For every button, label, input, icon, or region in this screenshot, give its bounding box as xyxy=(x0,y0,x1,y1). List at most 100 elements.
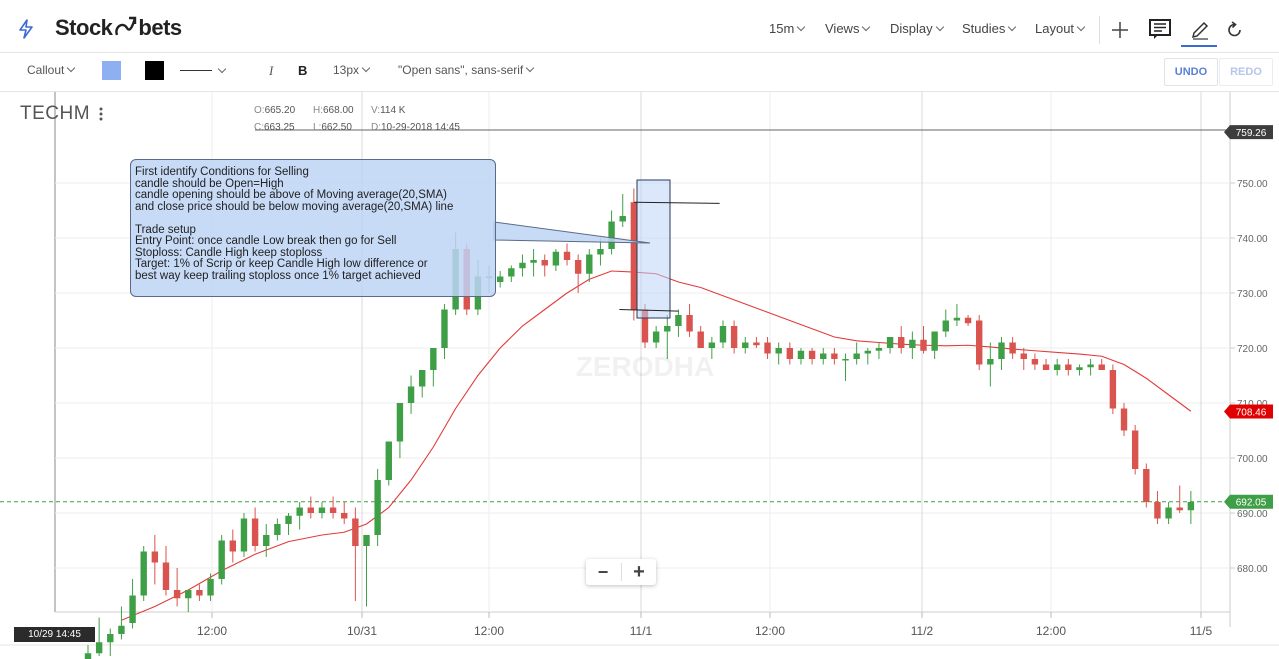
candle-body[interactable] xyxy=(842,359,849,361)
line-style-select[interactable] xyxy=(180,62,227,78)
candle-body[interactable] xyxy=(753,342,760,346)
candle-body[interactable] xyxy=(129,595,136,624)
candle-body[interactable] xyxy=(541,260,548,266)
candle-body[interactable] xyxy=(419,370,426,387)
candle-body[interactable] xyxy=(1131,430,1139,470)
candle-body[interactable] xyxy=(998,342,1005,360)
candle-body[interactable] xyxy=(229,540,237,552)
candle-body[interactable] xyxy=(719,326,727,343)
candle-body[interactable] xyxy=(1176,507,1183,511)
candle-body[interactable] xyxy=(987,359,994,365)
studies-menu[interactable]: Studies xyxy=(962,21,1017,36)
candle-body[interactable] xyxy=(140,551,147,596)
candle-body[interactable] xyxy=(251,518,259,547)
candle-body[interactable] xyxy=(697,331,704,349)
draw-tool-button[interactable] xyxy=(1181,17,1217,47)
candle-body[interactable] xyxy=(274,524,281,535)
candle-body[interactable] xyxy=(853,353,860,360)
brand-logo[interactable]: Stock bets xyxy=(55,15,182,41)
candle-body[interactable] xyxy=(664,326,671,332)
candle-body[interactable] xyxy=(151,551,159,563)
candle-body[interactable] xyxy=(574,260,582,274)
candle-body[interactable] xyxy=(218,540,225,580)
candle-body[interactable] xyxy=(1087,364,1094,368)
candle-body[interactable] xyxy=(1009,342,1016,354)
candle-body[interactable] xyxy=(1031,359,1039,365)
display-menu[interactable]: Display xyxy=(890,21,944,36)
candle-body[interactable] xyxy=(329,507,337,514)
candle-body[interactable] xyxy=(786,348,794,359)
drawing-tool-select[interactable]: Callout xyxy=(27,63,76,77)
candle-body[interactable] xyxy=(964,317,972,324)
candle-body[interactable] xyxy=(107,634,114,643)
candle-body[interactable] xyxy=(95,642,103,654)
candle-body[interactable] xyxy=(296,507,303,516)
layout-menu[interactable]: Layout xyxy=(1035,21,1086,36)
candle-body[interactable] xyxy=(942,320,949,332)
candle-body[interactable] xyxy=(1042,364,1050,371)
candle-body[interactable] xyxy=(508,268,515,277)
candle-body[interactable] xyxy=(1143,469,1150,502)
bold-button[interactable]: B xyxy=(298,63,307,78)
zoom-out-button[interactable]: − xyxy=(586,559,620,585)
candle-body[interactable] xyxy=(808,350,816,359)
candle-body[interactable] xyxy=(407,386,415,404)
views-menu[interactable]: Views xyxy=(825,21,871,36)
candle-body[interactable] xyxy=(530,260,537,263)
candle-body[interactable] xyxy=(162,562,170,591)
candle-body[interactable] xyxy=(385,441,392,481)
interval-menu[interactable]: 15m xyxy=(769,21,806,36)
crosshair-plus-icon[interactable] xyxy=(1111,21,1129,39)
candle-body[interactable] xyxy=(1053,364,1061,371)
candle-body[interactable] xyxy=(953,317,961,321)
zoom-in-button[interactable]: + xyxy=(622,559,656,585)
candle-body[interactable] xyxy=(1109,370,1117,409)
candle-body[interactable] xyxy=(307,507,314,514)
candle-body[interactable] xyxy=(318,507,326,514)
fill-color-swatch[interactable] xyxy=(102,61,121,80)
redo-button[interactable]: REDO xyxy=(1219,58,1273,86)
candle-body[interactable] xyxy=(742,342,749,349)
candle-body[interactable] xyxy=(374,480,381,535)
candle-body[interactable] xyxy=(909,339,916,348)
candle-body[interactable] xyxy=(898,337,905,348)
candle-body[interactable] xyxy=(875,348,883,351)
candle-body[interactable] xyxy=(920,339,927,351)
candle-body[interactable] xyxy=(931,331,938,351)
candle-body[interactable] xyxy=(363,535,370,546)
candle-body[interactable] xyxy=(831,353,838,360)
candle-body[interactable] xyxy=(886,337,894,348)
candle-body[interactable] xyxy=(708,342,716,349)
candle-body[interactable] xyxy=(396,403,404,442)
candle-body[interactable] xyxy=(1020,353,1027,360)
more-vertical-icon[interactable] xyxy=(98,106,104,122)
candle-body[interactable] xyxy=(1076,367,1083,370)
italic-button[interactable]: I xyxy=(269,63,273,79)
candle-body[interactable] xyxy=(586,254,593,274)
refresh-icon[interactable] xyxy=(1227,21,1243,39)
candle-body[interactable] xyxy=(864,350,871,354)
candle-body[interactable] xyxy=(185,590,192,599)
candle-body[interactable] xyxy=(797,350,805,359)
candle-body[interactable] xyxy=(341,513,348,519)
candle-body[interactable] xyxy=(820,353,827,360)
lightning-icon[interactable] xyxy=(17,19,35,39)
candle-body[interactable] xyxy=(1098,364,1105,371)
symbol-title[interactable]: TECHM xyxy=(20,103,90,125)
font-family-select[interactable]: "Open sans", sans-serif xyxy=(398,63,535,77)
candle-body[interactable] xyxy=(441,309,448,349)
candle-body[interactable] xyxy=(118,625,125,634)
candle-body[interactable] xyxy=(519,262,526,269)
candle-body[interactable] xyxy=(496,276,504,283)
candle-body[interactable] xyxy=(84,653,92,659)
candle-body[interactable] xyxy=(675,315,682,326)
candle-body[interactable] xyxy=(207,579,214,596)
candle-body[interactable] xyxy=(730,326,738,348)
candle-body[interactable] xyxy=(263,535,270,546)
candle-body[interactable] xyxy=(652,331,660,343)
candle-body[interactable] xyxy=(196,590,203,596)
candle-body[interactable] xyxy=(976,320,983,365)
candle-body[interactable] xyxy=(775,348,782,354)
line-color-swatch[interactable] xyxy=(145,61,164,80)
undo-button[interactable]: UNDO xyxy=(1164,58,1218,86)
